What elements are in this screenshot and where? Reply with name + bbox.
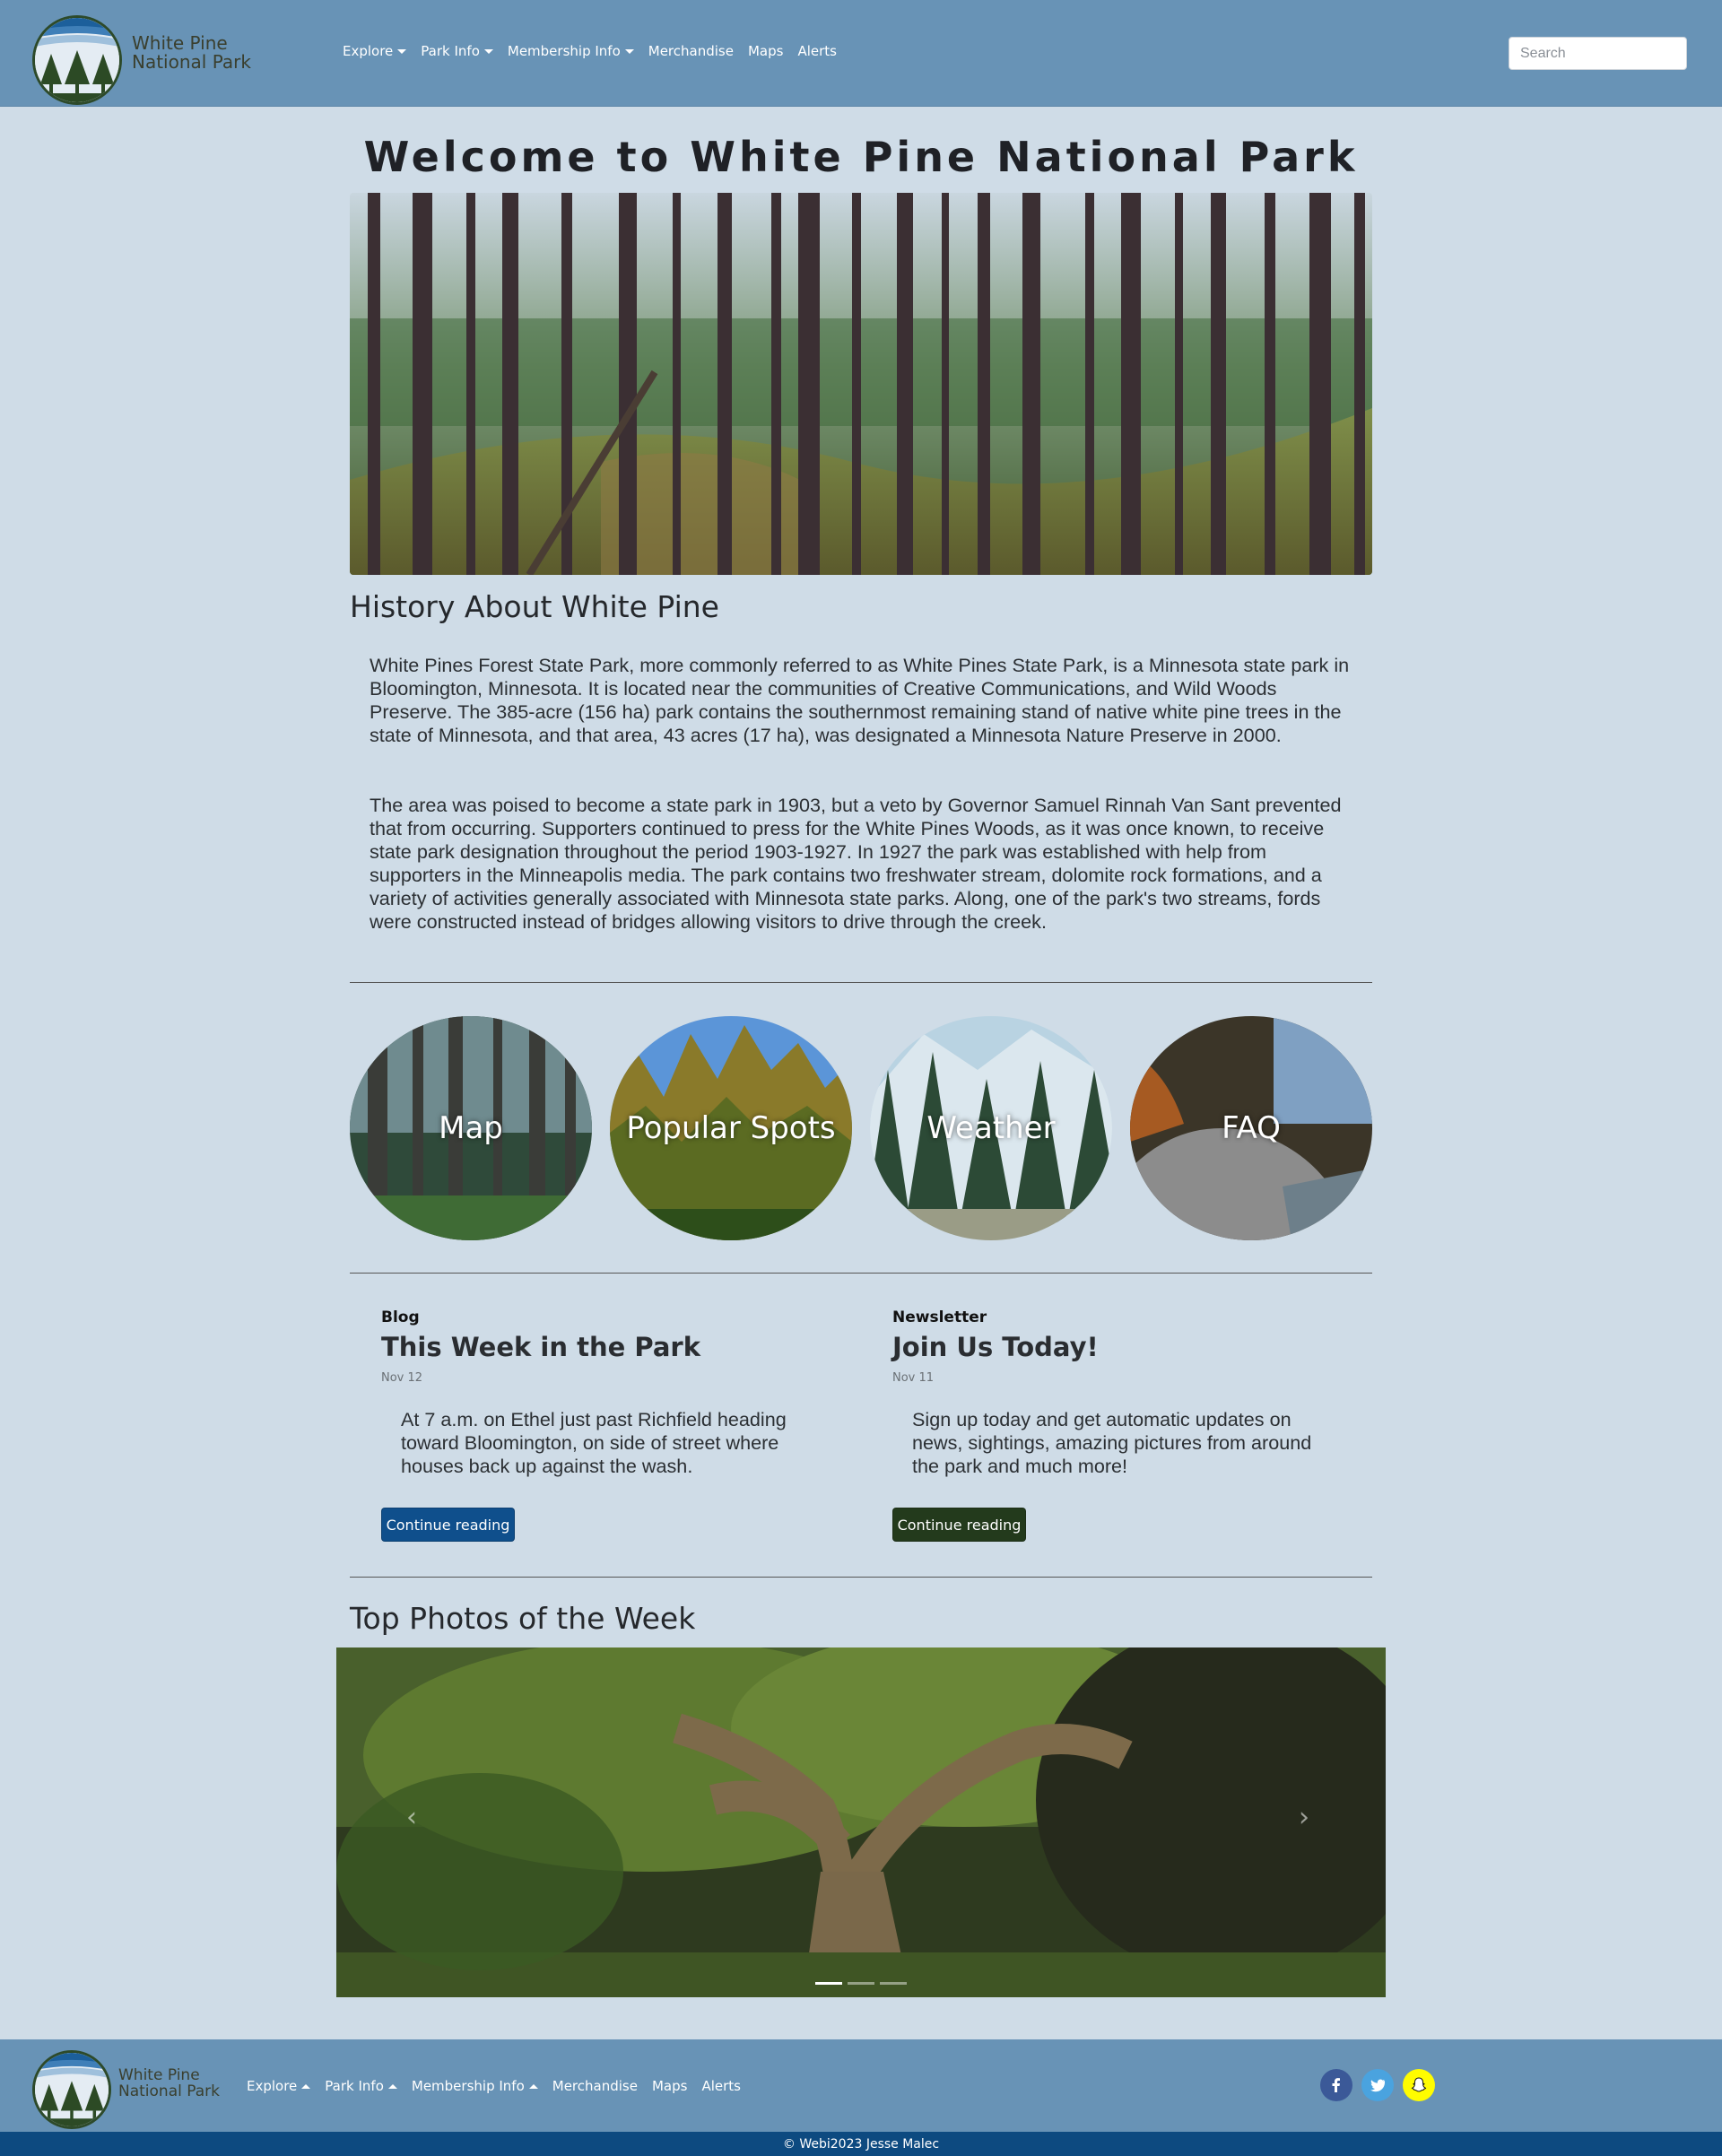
photo-carousel: ‹ › [336,1647,1386,1997]
map-circle-link[interactable]: Map [350,1016,592,1240]
hero-forest-image [350,193,1372,575]
carousel-indicators [336,1982,1386,1985]
caret-up-icon [528,2083,538,2089]
nav-membership-info[interactable]: Membership Info [508,43,634,59]
faq-circle-link[interactable]: FAQ [1130,1016,1372,1240]
footer-explore-label: Explore [247,2078,298,2094]
caret-up-icon [301,2083,311,2089]
footer-nav-maps[interactable]: Maps [652,2078,687,2094]
blog-date: Nov 12 [381,1371,423,1385]
facebook-link[interactable] [1320,2069,1352,2101]
page-title: Welcome to White Pine National Park [363,133,1359,181]
history-paragraph-1: White Pines Forest State Park, more comm… [370,654,1350,746]
main-nav: Explore Park Info Membership Info Mercha… [343,43,837,59]
history-paragraph-2: The area was poised to become a state pa… [370,794,1342,933]
newsletter-title: Join Us Today! [892,1332,1099,1362]
caret-down-icon [397,48,407,54]
photos-heading: Top Photos of the Week [350,1601,696,1636]
footer-nav-park-info[interactable]: Park Info [325,2078,397,2094]
carousel-next-button[interactable]: › [1299,1800,1309,1836]
brand-name[interactable]: White Pine National Park [132,34,251,72]
footer-logo[interactable] [32,2050,111,2129]
twitter-link[interactable] [1361,2069,1394,2101]
copyright-text: © Webi2023 Jesse Malec [782,2136,940,2152]
blog-continue-button[interactable]: Continue reading [381,1508,515,1542]
pine-logo-icon [35,2053,109,2126]
map-circle-label: Map [439,1110,503,1146]
twitter-icon [1370,2079,1386,2092]
footer-nav-merchandise[interactable]: Merchandise [552,2078,638,2094]
caret-down-icon [624,48,634,54]
section-divider [350,1273,1372,1274]
weather-circle-label: Weather [926,1110,1056,1146]
nav-park-info[interactable]: Park Info [421,43,493,59]
copyright-bar: © Webi2023 Jesse Malec [0,2132,1722,2156]
footer-brand-line-2: National Park [118,2082,220,2100]
nav-explore-label: Explore [343,43,394,59]
newsletter-continue-button[interactable]: Continue reading [892,1508,1026,1542]
search-input[interactable] [1509,37,1687,70]
footer-nav-membership-info[interactable]: Membership Info [412,2078,538,2094]
snapchat-link[interactable] [1403,2069,1435,2101]
nav-membership-label: Membership Info [507,43,621,59]
popular-spots-circle-link[interactable]: Popular Spots [610,1016,852,1240]
caret-down-icon [483,48,493,54]
nav-park-info-label: Park Info [421,43,480,59]
footer-park-info-label: Park Info [325,2078,384,2094]
blog-kicker: Blog [381,1308,420,1326]
park-logo[interactable] [32,15,122,105]
history-heading: History About White Pine [350,589,719,624]
snapchat-icon [1411,2077,1427,2092]
newsletter-kicker: Newsletter [892,1308,987,1326]
caret-up-icon [387,2083,397,2089]
footer: White Pine National Park Explore Park In… [0,2039,1722,2132]
newsletter-body: Sign up today and get automatic updates … [912,1408,1312,1477]
popular-spots-circle-label: Popular Spots [626,1110,836,1146]
footer-nav: Explore Park Info Membership Info Mercha… [247,2078,741,2094]
carousel-indicator[interactable] [815,1982,842,1985]
faq-circle-label: FAQ [1222,1110,1281,1146]
section-divider [350,982,1372,983]
nav-merchandise[interactable]: Merchandise [648,43,734,59]
nav-maps[interactable]: Maps [748,43,783,59]
carousel-prev-button[interactable]: ‹ [406,1800,417,1836]
nav-explore[interactable]: Explore [343,43,407,59]
footer-membership-label: Membership Info [411,2078,525,2094]
pine-logo-icon [35,18,119,102]
newsletter-date: Nov 11 [892,1371,935,1385]
carousel-indicator[interactable] [848,1982,874,1985]
facebook-icon [1332,2078,1340,2092]
nav-alerts[interactable]: Alerts [797,43,837,59]
blog-body: At 7 a.m. on Ethel just past Richfield h… [401,1408,787,1477]
brand-line-2: National Park [132,51,251,73]
weather-circle-link[interactable]: Weather [870,1016,1112,1240]
brand-line-1: White Pine [132,32,228,54]
carousel-indicator[interactable] [880,1982,907,1985]
top-navbar: White Pine National Park Explore Park In… [0,0,1722,107]
footer-nav-explore[interactable]: Explore [247,2078,311,2094]
footer-nav-alerts[interactable]: Alerts [701,2078,741,2094]
blog-title: This Week in the Park [381,1332,700,1362]
carousel-slide-image [336,1647,1386,1997]
footer-brand-name[interactable]: White Pine National Park [118,2067,220,2100]
section-divider [350,1577,1372,1578]
